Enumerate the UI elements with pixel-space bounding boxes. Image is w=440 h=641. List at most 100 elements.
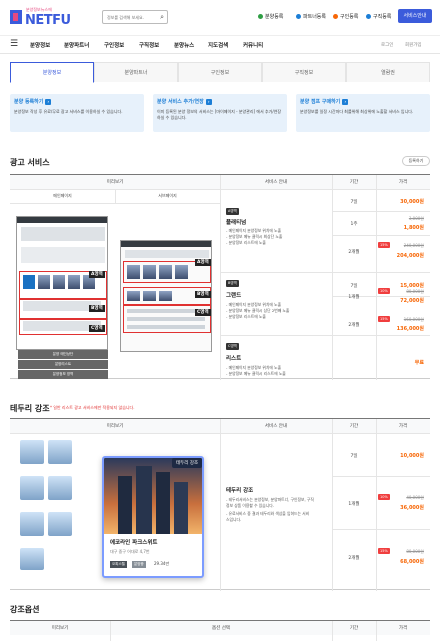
signup-link[interactable]: 회원가입 <box>405 42 422 48</box>
register-job-link[interactable]: 구인등록 <box>333 13 358 20</box>
original-price: 240,000원 <box>403 243 424 248</box>
sub-col-sub: 서브페이지 <box>158 193 177 198</box>
nav-item-seek[interactable]: 구직정보 <box>139 41 159 49</box>
info-card-extend[interactable]: 분양 서비스 추가/연장 › 이미 등록된 분양 정보의 서비스는 [마이페이지 … <box>153 94 287 132</box>
link-label: 구인등록 <box>340 14 359 20</box>
register-sale-link[interactable]: 분양등록 <box>258 13 283 20</box>
link-label: 파트너등록 <box>303 14 327 20</box>
building-shape <box>156 472 170 534</box>
ad-name: 플래티넘 <box>226 220 247 226</box>
register-seek-link[interactable]: 구직등록 <box>366 13 391 20</box>
listing-tag: 분양중 <box>132 561 146 568</box>
menu-icon[interactable]: ☰ <box>10 39 18 49</box>
card-title: 분양 서비스 추가/연장 › <box>157 98 283 105</box>
ad-zone-tag: A영역 <box>226 208 239 215</box>
register-partner-link[interactable]: 파트너등록 <box>296 13 326 20</box>
price-cell: 1,800원 <box>403 225 424 231</box>
tab-partner[interactable]: 분양파트너 <box>94 62 178 82</box>
link-label: 구직등록 <box>373 14 392 20</box>
card-title-text: 분양 점프 구매하기 <box>300 99 341 105</box>
info-card-jump[interactable]: 분양 점프 구매하기 › 분양정보를 일정 시간마다 최를위해 최상위에 노출할 … <box>296 94 430 132</box>
tab-pass[interactable]: 열람권 <box>346 62 430 82</box>
logo[interactable]: 분양정보뉴스에 NETFU <box>10 6 72 30</box>
ad-zone-tag: C영역 <box>226 343 239 350</box>
nav-item-job[interactable]: 구인정보 <box>104 41 124 49</box>
divider <box>332 529 430 530</box>
ad-desc-line: - 분양정보 리스트에 노출 <box>226 314 266 319</box>
highlight-note: * 일반 리스트 광고 서비스에만 적용되지 않습니다. <box>50 405 135 410</box>
zone-a-label: A영역 <box>89 271 105 278</box>
tab-sale[interactable]: 분양정보 <box>10 62 94 83</box>
highlight-desc-line: 스입니다. <box>226 517 242 522</box>
divider <box>332 476 430 477</box>
nav-item-news[interactable]: 분양뉴스 <box>174 41 194 49</box>
nav-item-map[interactable]: 지도검색 <box>208 41 228 49</box>
col-price: 가격 <box>398 180 408 185</box>
tab-seek[interactable]: 구직정보 <box>262 62 346 82</box>
tab-job[interactable]: 구인정보 <box>178 62 262 82</box>
zone-b-label: B영역 <box>195 291 211 298</box>
col-service: 서비스 안내 <box>264 180 288 185</box>
col-price: 가격 <box>398 424 408 429</box>
original-price: 40,000원 <box>406 495 424 500</box>
highlight-badge: 테두리 강조 <box>172 458 203 468</box>
arrow-icon: › <box>45 99 52 105</box>
ad-name: 그랜드 <box>226 293 242 299</box>
highlight-desc-line: 정보 상품 이용할 수 있습니다. <box>226 503 274 508</box>
divider <box>376 621 377 641</box>
plus-icon <box>366 14 371 19</box>
price-cell: 68,000원 <box>400 559 424 565</box>
listing-price: 29.34만 <box>154 561 170 566</box>
service-guide-button[interactable]: 서비스안내 <box>398 9 432 23</box>
listing-photo <box>104 458 202 534</box>
divider <box>10 203 220 204</box>
card-title-text: 분양 등록하기 <box>14 99 44 105</box>
thumb-block <box>125 250 209 258</box>
col-period: 기간 <box>349 626 359 631</box>
period-cell: 1주 <box>350 222 358 227</box>
card-title-text: 분양 서비스 추가/연장 <box>157 99 204 105</box>
period-cell: 2개월 <box>348 323 360 328</box>
nav-item-community[interactable]: 커뮤니티 <box>243 41 263 49</box>
main-nav: ☰ 분양정보 분양파트너 구인정보 구직정보 분양뉴스 지도검색 커뮤니티 로그… <box>0 36 440 54</box>
listing-thumb <box>20 476 44 500</box>
original-price: 80,000원 <box>406 549 424 554</box>
col-service: 서비스 안내 <box>264 424 288 429</box>
zone-c-label: C영역 <box>195 309 211 316</box>
col-preview: 미리보기 <box>106 424 124 429</box>
original-price: 80,000원 <box>406 289 424 294</box>
site-header: 분양정보뉴스에 NETFU ⌕ 분양등록 파트너등록 구인등록 구직등록 서비스… <box>0 0 440 36</box>
zone-a-label: A영역 <box>195 259 211 266</box>
period-cell: 2개월 <box>348 556 360 561</box>
ad-section-title: 광고 서비스 <box>10 158 50 167</box>
zone-c-label: C영역 <box>89 325 105 332</box>
search-icon[interactable]: ⌕ <box>160 13 164 22</box>
logo-mark-icon <box>10 10 22 24</box>
listing-title: 에코라인 파크스위트 <box>110 540 158 546</box>
divider <box>110 621 111 641</box>
col-period: 기간 <box>349 424 359 429</box>
period-cell: 7일 <box>350 200 358 205</box>
search-input[interactable] <box>107 12 155 22</box>
nav-item-sale[interactable]: 분양정보 <box>30 41 50 49</box>
price-cell: 30,000원 <box>400 199 424 205</box>
highlighted-listing-card: 에코라인 파크스위트 대구 중구 어대로 4,7번 오피스텔 분양중 29.34… <box>102 456 204 578</box>
thumb-block <box>21 227 105 241</box>
divider <box>332 235 430 236</box>
listing-thumb <box>20 440 44 464</box>
nav-item-partner[interactable]: 분양파트너 <box>64 41 89 49</box>
ad-name: 리스트 <box>226 356 242 362</box>
divider <box>376 175 377 380</box>
price-cell: 무료 <box>414 360 424 366</box>
info-card-register[interactable]: 분양 등록하기 › 분양정보 작성 후 유료/무료 광고 서비스를 이용하실 수 … <box>10 94 144 132</box>
price-cell: 136,000원 <box>396 326 424 332</box>
login-link[interactable]: 로그인 <box>381 42 393 48</box>
divider <box>332 621 333 641</box>
ad-register-button[interactable]: 등록하기 <box>402 156 430 166</box>
card-title: 분양 점프 구매하기 › <box>300 98 426 105</box>
sub-page-thumbnail: A영역 B영역 C영역 <box>120 240 212 352</box>
plus-icon <box>258 14 263 19</box>
plus-icon <box>296 14 301 19</box>
period-cell: 7일 <box>350 284 358 289</box>
period-cell: 2개월 <box>348 250 360 255</box>
